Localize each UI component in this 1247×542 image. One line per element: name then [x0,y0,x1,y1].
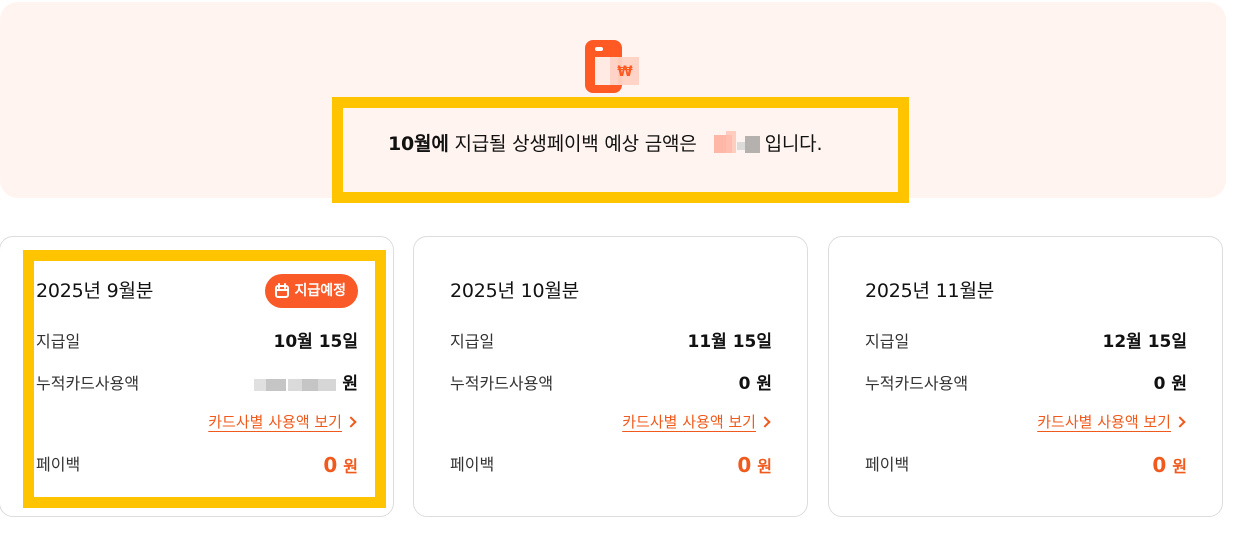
detail-link-label: 카드사별 사용액 보기 [622,413,756,431]
card-usage-label: 누적카드사용액 [865,374,969,393]
payback-value: 0 원 [737,451,772,481]
wallet-payback-icon: ₩ [585,40,639,93]
card-usage-row: 누적카드사용액 0 원 [865,370,1187,398]
september-card-highlight-box [23,250,386,508]
card-usage-value: 0 원 [1153,374,1187,394]
payback-label: 페이백 [450,455,495,474]
payback-message-suffix: 입니다. [764,133,823,155]
payment-date-label: 지급일 [865,332,910,351]
payback-message-text: 지급될 상생페이백 예상 금액은 [448,133,697,155]
svg-text:₩: ₩ [617,64,633,80]
payback-row: 페이백 0 원 [865,451,1187,479]
card-usage-label: 누적카드사용액 [450,374,554,393]
card-usage-detail-link[interactable]: 카드사별 사용액 보기 [1037,408,1187,436]
detail-link-row: 카드사별 사용액 보기 [865,408,1187,436]
card-usage-value: 0 원 [738,374,772,394]
card-usage-row: 누적카드사용액 0 원 [450,370,772,398]
payback-card-october: 2025년 10월분 지급일 11월 15일 누적카드사용액 0 원 카드사별 … [413,236,808,517]
payback-unit: 원 [757,457,772,476]
payback-row: 페이백 0 원 [450,451,772,479]
payback-month: 10월에 [388,133,449,155]
payback-estimate-message: 10월에 지급될 상생페이백 예상 금액은 입니다. [388,128,822,160]
payment-date-label: 지급일 [450,332,495,351]
masked-amount [702,128,764,160]
payment-date-row: 지급일 12월 15일 [865,328,1187,356]
payback-label: 페이백 [865,455,910,474]
chevron-right-icon [1174,416,1186,428]
payment-date-value: 11월 15일 [687,332,772,352]
card-usage-detail-link[interactable]: 카드사별 사용액 보기 [622,408,772,436]
card-title: 2025년 11월분 [865,280,995,302]
payment-date-value: 12월 15일 [1102,332,1187,352]
payback-unit: 원 [1172,457,1187,476]
payback-card-november: 2025년 11월분 지급일 12월 15일 누적카드사용액 0 원 카드사별 … [828,236,1223,517]
chevron-right-icon [759,416,771,428]
detail-link-row: 카드사별 사용액 보기 [450,408,772,436]
card-title: 2025년 10월분 [450,280,580,302]
detail-link-label: 카드사별 사용액 보기 [1037,413,1171,431]
payback-amount: 0 [737,453,752,477]
payback-amount: 0 [1152,453,1167,477]
payment-date-row: 지급일 11월 15일 [450,328,772,356]
payback-value: 0 원 [1152,451,1187,481]
